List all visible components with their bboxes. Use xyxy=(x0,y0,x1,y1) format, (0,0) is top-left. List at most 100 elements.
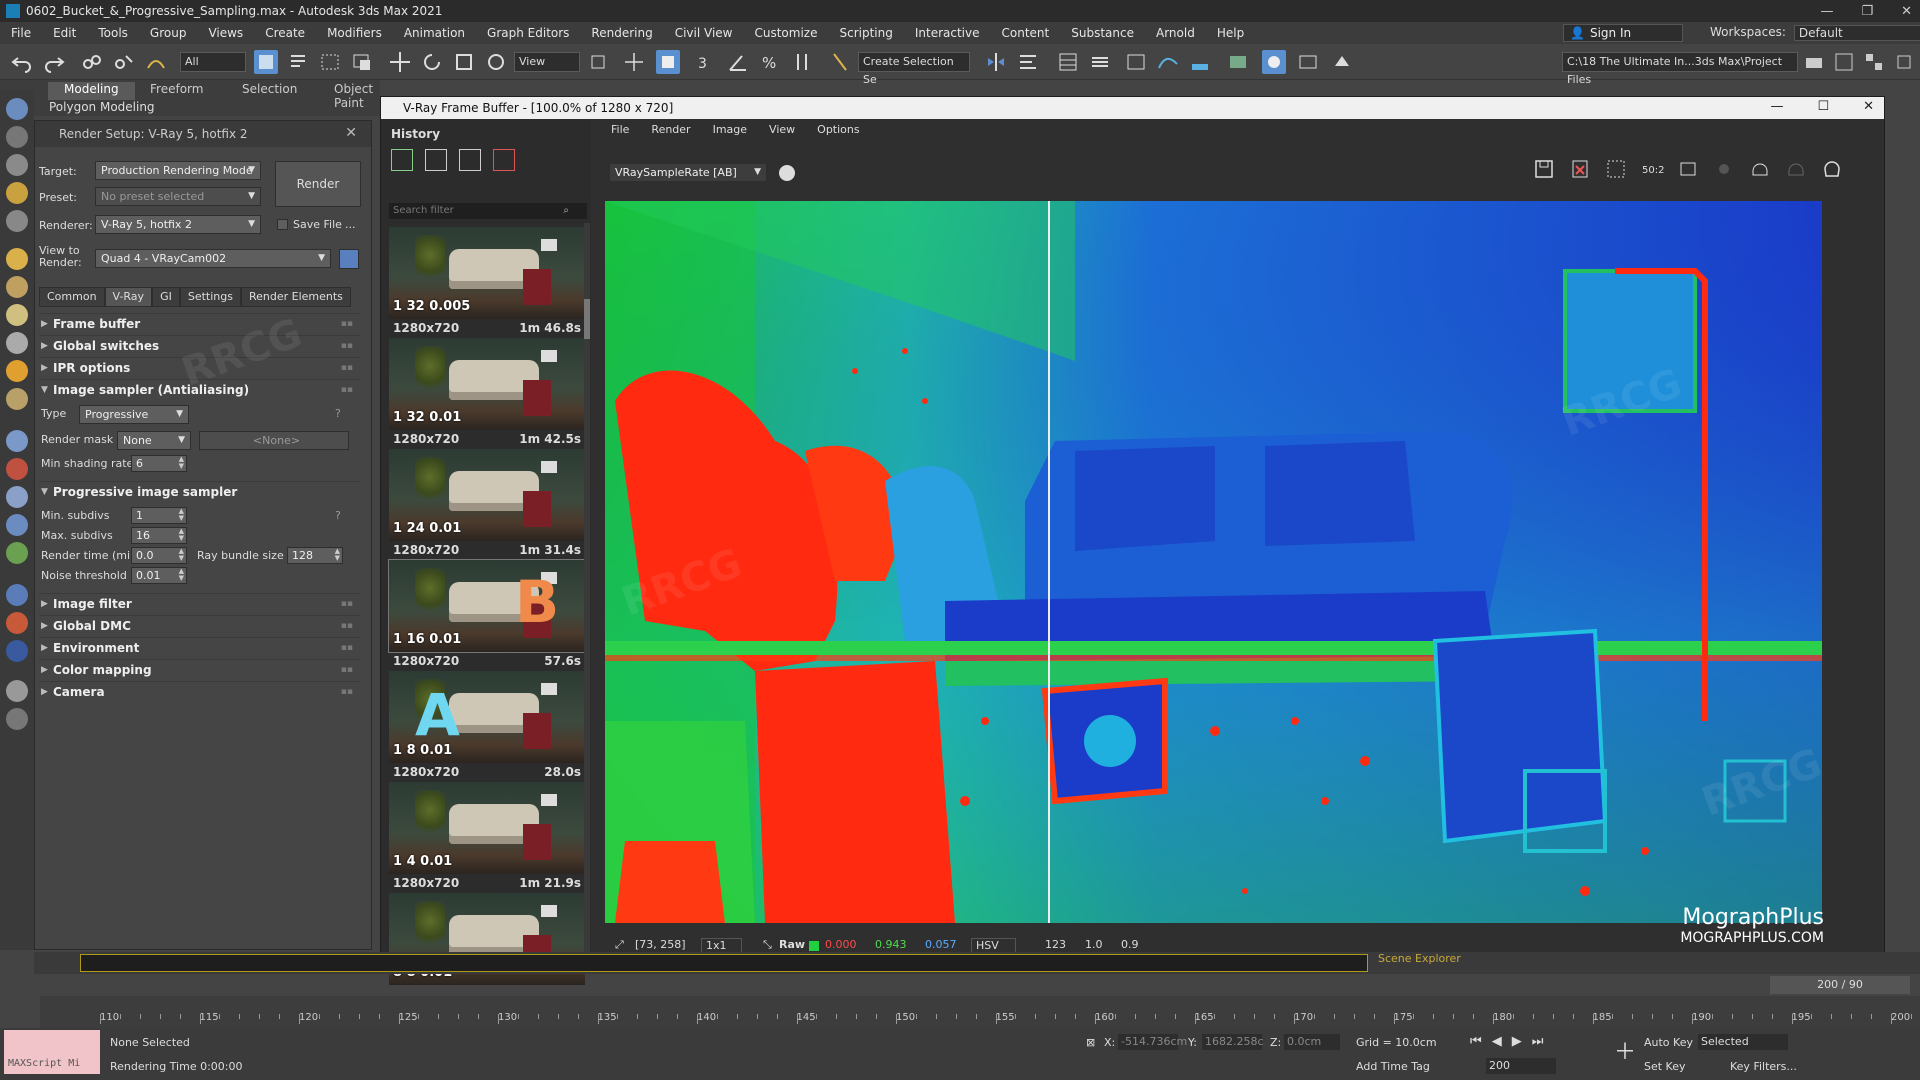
cone-icon[interactable] xyxy=(6,332,28,354)
history-search-input[interactable]: Search filter ⌕ xyxy=(389,203,587,219)
angle-snap-icon[interactable] xyxy=(726,50,750,74)
history-item[interactable]: 1 16 0.01 1280x720 57.6s B xyxy=(388,559,586,670)
menu-graph-editors[interactable]: Graph Editors xyxy=(476,26,580,40)
menu-content[interactable]: Content xyxy=(991,26,1061,40)
target-select[interactable]: Production Rendering Mode ▼ xyxy=(95,161,261,180)
save-file-checkbox[interactable] xyxy=(277,219,288,230)
scene-explorer-label[interactable]: Scene Explorer xyxy=(1378,952,1461,965)
history-item[interactable]: 1 8 0.01 1280x720 28.0s A xyxy=(389,671,585,781)
named-selection-select[interactable]: Create Selection Se xyxy=(858,52,970,86)
helper-icon[interactable] xyxy=(6,584,28,606)
geosphere-icon[interactable] xyxy=(6,388,28,410)
bind-spacewarp-icon[interactable] xyxy=(144,50,168,74)
render-setup-icon[interactable] xyxy=(1262,50,1286,74)
save-icon[interactable] xyxy=(1532,157,1556,181)
schematic-view-icon[interactable] xyxy=(1188,50,1212,74)
redo-icon[interactable] xyxy=(42,50,66,74)
current-frame-field[interactable]: 200 xyxy=(1486,1058,1556,1074)
reference-coord-select[interactable]: View xyxy=(514,52,580,72)
tab-gi[interactable]: GI xyxy=(152,287,180,307)
ribbon-tab-selection[interactable]: Selection xyxy=(242,82,297,100)
modify-icon[interactable] xyxy=(6,126,28,148)
renderer-select[interactable]: V-Ray 5, hotfix 2 ▼ xyxy=(95,215,261,234)
align-icon[interactable] xyxy=(1016,50,1040,74)
menu-substance[interactable]: Substance xyxy=(1060,26,1145,40)
menu-civil-view[interactable]: Civil View xyxy=(664,26,744,40)
rectangle-selection-icon[interactable] xyxy=(318,50,342,74)
place-icon[interactable] xyxy=(484,50,508,74)
snaps-icon[interactable]: 3 xyxy=(694,50,718,74)
menu-modifiers[interactable]: Modifiers xyxy=(316,26,393,40)
project-path-select[interactable]: C:\18 The Ultimate In...3ds Max\Project … xyxy=(1562,52,1798,86)
scrollbar-thumb[interactable] xyxy=(584,299,590,339)
menu-file[interactable]: File xyxy=(0,26,42,40)
remove-history-icon[interactable] xyxy=(493,149,515,171)
vfb-menu-image[interactable]: Image xyxy=(713,123,747,136)
percent-snap-icon[interactable]: % xyxy=(758,50,782,74)
view-to-render-select[interactable]: Quad 4 - VRayCam002 ▼ xyxy=(95,249,331,268)
zoom-select[interactable]: 1x1 xyxy=(701,938,742,953)
vfb-menu-render[interactable]: Render xyxy=(651,123,690,136)
ribbon-tab-object-paint[interactable]: Object Paint xyxy=(334,82,380,110)
render-button[interactable]: Render xyxy=(275,161,361,207)
noise-threshold-field[interactable]: 0.01 ▲ ▼ xyxy=(131,567,187,584)
rotate-icon[interactable] xyxy=(420,50,444,74)
tab-vray[interactable]: V-Ray xyxy=(104,287,153,307)
menu-edit[interactable]: Edit xyxy=(42,26,87,40)
vfb-menu-options[interactable]: Options xyxy=(817,123,859,136)
preset-select[interactable]: No preset selected ▼ xyxy=(95,187,261,206)
y-field[interactable]: 1682.258c xyxy=(1202,1034,1264,1050)
maximize-icon[interactable]: ❐ xyxy=(1861,4,1873,19)
render-interactive-icon[interactable] xyxy=(1748,157,1772,181)
viewport-layout-icon[interactable] xyxy=(1862,50,1886,74)
help-icon[interactable]: ? xyxy=(335,509,341,522)
render-teapot-icon[interactable] xyxy=(1820,157,1844,181)
vray-icon[interactable] xyxy=(6,640,28,662)
utility-icon[interactable] xyxy=(6,680,28,702)
close-icon[interactable]: ✕ xyxy=(1863,99,1874,114)
help-icon[interactable]: ? xyxy=(335,407,341,420)
ribbon-tab-freeform[interactable]: Freeform xyxy=(150,82,203,100)
menu-rendering[interactable]: Rendering xyxy=(580,26,663,40)
min-subdivs-field[interactable]: 1 ▲ ▼ xyxy=(131,507,187,524)
ab-compare-icon[interactable] xyxy=(425,149,447,171)
vfb-menu-view[interactable]: View xyxy=(769,123,795,136)
tab-settings[interactable]: Settings xyxy=(179,287,241,307)
help-icon[interactable] xyxy=(6,708,28,730)
track-bar[interactable] xyxy=(80,954,1368,972)
menu-scripting[interactable]: Scripting xyxy=(828,26,903,40)
sun-icon[interactable] xyxy=(6,360,28,382)
history-scrollbar[interactable] xyxy=(584,223,590,953)
select-by-name-icon[interactable] xyxy=(286,50,310,74)
menu-tools[interactable]: Tools xyxy=(87,26,139,40)
frame-icon[interactable] xyxy=(1676,157,1700,181)
window-crossing-icon[interactable] xyxy=(350,50,374,74)
set-key-button[interactable]: Set Key xyxy=(1644,1060,1686,1073)
load-history-icon[interactable] xyxy=(459,149,481,171)
layout-icon[interactable] xyxy=(1832,50,1856,74)
render-mask-select[interactable]: None ▼ xyxy=(117,431,191,450)
menu-group[interactable]: Group xyxy=(139,26,198,40)
rollout-environment[interactable]: ▶ Environment ▪▪ xyxy=(39,637,361,657)
link-icon[interactable]: ⤡ xyxy=(763,938,772,952)
teapot-icon[interactable] xyxy=(6,276,28,298)
key-set-select[interactable]: Selected xyxy=(1698,1034,1788,1050)
maxscript-listener[interactable]: MAXScript Mi xyxy=(4,1030,100,1074)
rollout-image-filter[interactable]: ▶ Image filter ▪▪ xyxy=(39,593,361,613)
render-time-field[interactable]: 0.0 ▲ ▼ xyxy=(131,547,187,564)
spinner-snap-icon[interactable] xyxy=(790,50,814,74)
color-space-select[interactable]: HSV xyxy=(971,938,1016,953)
menu-arnold[interactable]: Arnold xyxy=(1145,26,1206,40)
rollout-global-switches[interactable]: ▶ Global switches ▪▪ xyxy=(39,335,361,355)
mirror-icon[interactable] xyxy=(984,50,1008,74)
torus-icon[interactable] xyxy=(6,304,28,326)
channel-select[interactable]: VRaySampleRate [AB] ▼ xyxy=(609,163,767,182)
paint-icon[interactable] xyxy=(6,458,28,480)
tab-common[interactable]: Common xyxy=(39,287,105,307)
sampler-type-select[interactable]: Progressive ▼ xyxy=(79,405,189,424)
lock-icon[interactable] xyxy=(339,249,359,269)
plant-icon[interactable] xyxy=(6,542,28,564)
hierarchy-icon[interactable] xyxy=(6,154,28,176)
compare-50-icon[interactable]: 50:2 xyxy=(1640,157,1664,181)
rollout-global-dmc[interactable]: ▶ Global DMC ▪▪ xyxy=(39,615,361,635)
